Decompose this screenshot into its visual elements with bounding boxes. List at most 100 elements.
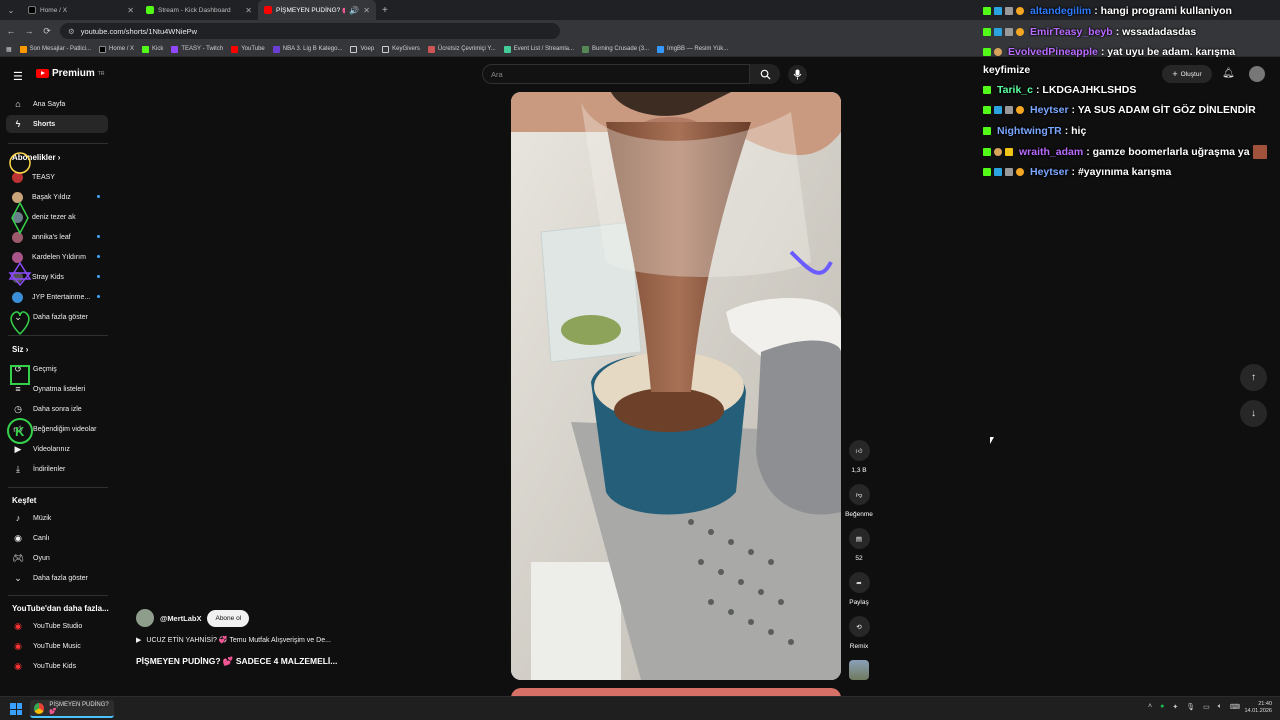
like-button[interactable]: 👍︎ 1,3 B xyxy=(843,440,875,474)
back-icon[interactable]: ← xyxy=(6,26,16,36)
chat-message: Heytser: #yayınıma karışma xyxy=(983,166,1171,178)
search-input[interactable]: Ara xyxy=(482,64,750,84)
browser-tab[interactable]: Stream - Kick Dashboard ✕ xyxy=(140,0,258,20)
system-tray: ˄ ● ✦ 🎙︎ ▭ 🔈︎ ⌨ xyxy=(1148,703,1240,711)
subscription-item[interactable]: JYP Entertainme... xyxy=(6,288,108,306)
gamepad-icon: 🎮︎ xyxy=(12,552,24,563)
bookmark[interactable]: Home / X xyxy=(99,45,134,53)
bookmark-folder[interactable]: Voep xyxy=(350,45,374,53)
dislike-button[interactable]: 👎︎ Beğenme xyxy=(843,484,875,518)
microphone-icon[interactable]: 🎙︎ xyxy=(1186,703,1195,711)
kick-favicon-icon xyxy=(146,6,154,14)
speaker-icon[interactable]: 🔈︎ xyxy=(1218,703,1222,711)
subscription-item[interactable]: Stray Kids xyxy=(6,268,108,286)
subscription-item[interactable]: Başak Yıldız xyxy=(6,188,108,206)
playlists-icon: ≡ xyxy=(15,384,21,394)
emote-badge-icon xyxy=(994,148,1002,156)
arrow-down-icon: ↓ xyxy=(1251,408,1256,419)
app-tray-icon[interactable]: ✦ xyxy=(1172,703,1178,711)
mod-badge-icon xyxy=(1005,168,1013,176)
sidebar-item-kids[interactable]: ◉ YouTube Kids xyxy=(6,657,108,675)
sidebar-item-shorts[interactable]: ϟ Shorts xyxy=(6,115,108,133)
subscription-item[interactable]: deniz tezer ak xyxy=(6,208,108,226)
close-tab-icon[interactable]: ✕ xyxy=(363,6,370,15)
youtube-music-icon: ◉ xyxy=(14,640,22,651)
youtube-premium-logo[interactable]: Premium TR xyxy=(36,68,104,79)
sidebar-item-history[interactable]: ↺ Geçmiş xyxy=(6,360,108,378)
sidebar-item-live[interactable]: ◉ Canlı xyxy=(6,529,108,547)
taskbar-app-chrome[interactable]: PİŞMEYEN PUDİNG? 💕 xyxy=(30,700,114,718)
share-button[interactable]: ➦ Paylaş xyxy=(843,572,875,606)
chevron-up-icon[interactable]: ˄ xyxy=(1148,703,1152,711)
voice-search-button[interactable] xyxy=(788,65,807,84)
gift-badge-icon xyxy=(1016,168,1024,176)
previous-short-button[interactable]: ↑ xyxy=(1240,364,1267,391)
subscribe-button[interactable]: Abone ol xyxy=(207,609,250,627)
bookmark[interactable]: NBA 3. Lig B Katego... xyxy=(272,45,342,53)
site-info-icon[interactable]: ⚙ xyxy=(68,27,75,36)
show-more-subscriptions[interactable]: ⌄ Daha fazla göster xyxy=(6,308,108,326)
play-icon: ▶ xyxy=(136,637,142,644)
bookmark-folder[interactable]: KeyGivers xyxy=(382,45,420,53)
sidebar-item-liked[interactable]: 👍︎ Beğendiğim videolar xyxy=(6,420,108,438)
bookmark[interactable]: Event List / Streamla... xyxy=(503,45,574,53)
windows-taskbar: PİŞMEYEN PUDİNG? 💕 ˄ ● ✦ 🎙︎ ▭ 🔈︎ ⌨ 21:40… xyxy=(0,696,1280,720)
browser-tab-active[interactable]: PİŞMEYEN PUDİNG? 💕 SA 🔊 ✕ xyxy=(258,0,376,20)
like-count: 1,3 B xyxy=(851,467,867,474)
tab-search-icon[interactable]: ⌄ xyxy=(0,0,22,20)
search-button[interactable] xyxy=(750,64,780,84)
sidebar-item-downloads[interactable]: ⤓ İndirilenler xyxy=(6,460,108,478)
sidebar-item-home[interactable]: ⌂ Ana Sayfa xyxy=(6,95,108,113)
clock[interactable]: 21:40 14.01.2026 xyxy=(1240,701,1272,715)
bookmark[interactable]: TEASY - Twitch xyxy=(171,45,223,53)
subscription-item[interactable]: Kardelen Yıldırım xyxy=(6,248,108,266)
sidebar-item-music-app[interactable]: ◉ YouTube Music xyxy=(6,637,108,655)
bookmark[interactable]: Kick xyxy=(142,45,163,53)
remix-label: Remix xyxy=(849,643,869,650)
gift-badge-icon xyxy=(1016,7,1024,15)
apps-icon[interactable]: ▦ xyxy=(6,46,12,53)
bookmark[interactable]: YouTube xyxy=(231,45,265,53)
sidebar-item-show-more[interactable]: ⌄ Daha fazla göster xyxy=(6,569,108,587)
short-title[interactable]: PİŞMEYEN PUDİNG? 💕 SADECE 4 MALZEMELİ... xyxy=(136,656,337,667)
next-short-button[interactable]: ↓ xyxy=(1240,400,1267,427)
reload-icon[interactable]: ⟳ xyxy=(42,26,52,37)
sidebar-item-studio[interactable]: ◉ YouTube Studio xyxy=(6,617,108,635)
comments-button[interactable]: ▤ 52 xyxy=(843,528,875,562)
channel-avatar[interactable] xyxy=(136,609,154,627)
comment-count: 52 xyxy=(855,555,863,562)
spotify-icon[interactable]: ● xyxy=(1160,703,1164,711)
close-tab-icon[interactable]: ✕ xyxy=(127,6,134,15)
keyboard-icon[interactable]: ⌨ xyxy=(1230,703,1240,711)
bookmark[interactable]: Son Mesajlar - Patlici... xyxy=(19,45,91,53)
you-heading[interactable]: Siz › xyxy=(12,345,28,354)
audio-icon[interactable]: 🔊 xyxy=(349,6,359,15)
kick-badge-icon xyxy=(983,7,991,15)
display-icon[interactable]: ▭ xyxy=(1203,703,1210,711)
sidebar-item-music[interactable]: ♪ Müzik xyxy=(6,509,108,527)
sidebar-item-playlists[interactable]: ≡ Oynatma listeleri xyxy=(6,380,108,398)
x-favicon-icon xyxy=(28,6,36,14)
subscriptions-heading[interactable]: Abonelikler › xyxy=(12,153,60,162)
sound-thumbnail[interactable] xyxy=(849,660,869,680)
menu-icon[interactable]: ☰ xyxy=(13,70,23,83)
url-bar[interactable]: ⚙ youtube.com/shorts/1Ntu4WNiePw xyxy=(60,23,560,39)
bookmark[interactable]: Burning Crusade (3... xyxy=(582,45,649,53)
bookmark[interactable]: ImgBB — Resim Yük... xyxy=(657,45,728,53)
windows-start-icon[interactable] xyxy=(10,703,22,715)
sidebar-item-watch-later[interactable]: ◷ Daha sonra izle xyxy=(6,400,108,418)
sidebar-item-your-videos[interactable]: ▶ Videolarınız xyxy=(6,440,108,458)
short-video-player[interactable] xyxy=(511,92,841,680)
comment-icon: ▤ xyxy=(848,528,870,549)
related-video-link[interactable]: ▶ UCUZ ETİN YAHNİSİ? 💞 Temu Mutfak Alışv… xyxy=(136,636,331,644)
bookmark[interactable]: Ücretsiz Çevrimiçi Y... xyxy=(427,45,496,53)
remix-button[interactable]: ⟲ Remix xyxy=(843,616,875,650)
new-tab-icon[interactable]: + xyxy=(382,5,388,16)
forward-icon[interactable]: → xyxy=(24,26,34,36)
browser-tab[interactable]: Home / X ✕ xyxy=(22,0,140,20)
sidebar-item-gaming[interactable]: 🎮︎ Oyun xyxy=(6,549,108,567)
subscription-item[interactable]: annika's leaf xyxy=(6,228,108,246)
close-tab-icon[interactable]: ✕ xyxy=(245,6,252,15)
channel-name[interactable]: @MertLabX xyxy=(160,614,201,623)
subscription-item[interactable]: TEASY xyxy=(6,168,108,186)
